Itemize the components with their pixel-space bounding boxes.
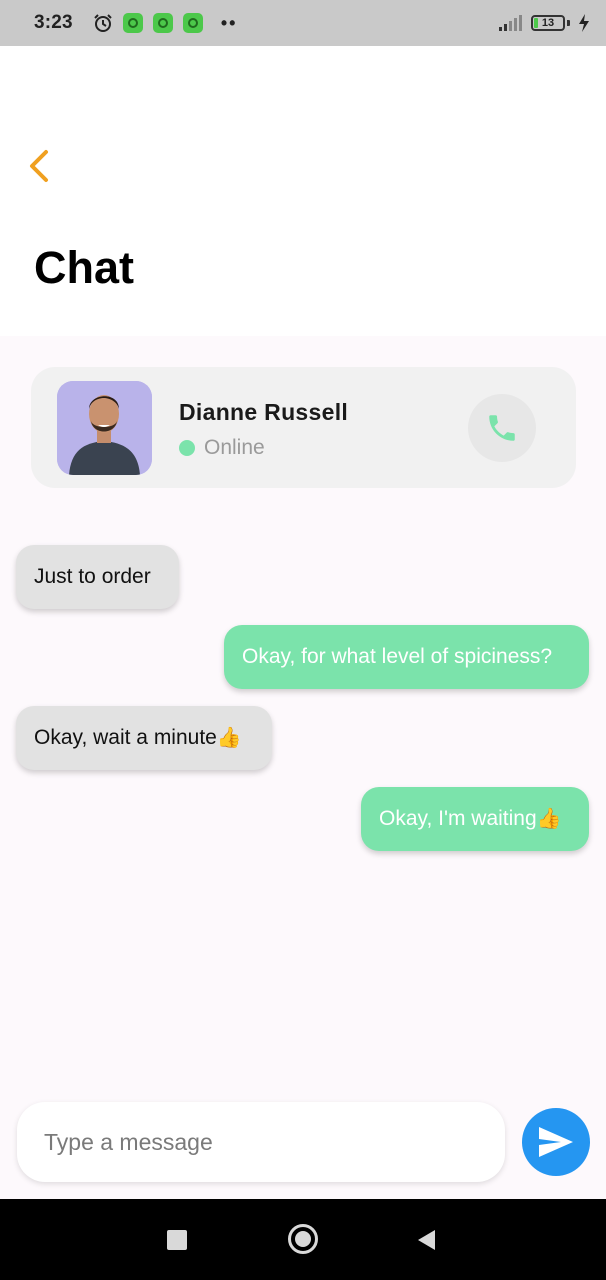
- app-notification-icon: [182, 13, 203, 33]
- presence-status: Online: [179, 436, 265, 460]
- back-button[interactable]: [24, 144, 58, 188]
- message-incoming[interactable]: Just to order: [16, 545, 179, 609]
- status-left: 3:23 ••: [34, 12, 237, 34]
- message-input[interactable]: [44, 1128, 478, 1156]
- back-icon[interactable]: [415, 1228, 437, 1252]
- message-composer: [17, 1102, 505, 1182]
- phone-icon: [489, 415, 515, 441]
- recents-icon[interactable]: [167, 1230, 187, 1250]
- thumbs-up-emoji: 👍: [216, 727, 242, 749]
- chevron-left-icon: [30, 150, 48, 182]
- page-title: Chat: [34, 242, 134, 293]
- status-time: 3:23: [34, 12, 73, 33]
- message-outgoing[interactable]: Okay, I'm waiting 👍: [361, 787, 589, 851]
- avatar: [57, 381, 152, 475]
- status-right: 13: [499, 14, 590, 32]
- system-nav-bar: [0, 1199, 606, 1280]
- message-incoming[interactable]: Okay, wait a minute 👍: [16, 706, 272, 770]
- message-text: Okay, I'm waiting: [379, 807, 537, 830]
- battery-tip: [567, 20, 570, 26]
- message-outgoing[interactable]: Okay, for what level of spiciness?: [224, 625, 589, 689]
- message-text: Just to order: [34, 565, 151, 588]
- send-icon: [539, 1127, 573, 1157]
- more-dots-icon: ••: [220, 12, 238, 33]
- contact-name: Dianne Russell: [179, 399, 349, 425]
- message-text: Okay, for what level of spiciness?: [242, 645, 553, 668]
- charging-icon: [579, 14, 589, 32]
- alarm-icon: [94, 14, 112, 32]
- battery-icon: 13: [531, 15, 565, 31]
- signal-icon: [499, 15, 522, 31]
- header: Chat: [0, 46, 606, 336]
- send-button[interactable]: [522, 1108, 590, 1176]
- status-bar: 3:23 •• 13: [0, 0, 606, 46]
- battery-level: 13: [541, 17, 555, 29]
- thumbs-up-emoji: 👍: [536, 808, 562, 830]
- app-notification-icon: [152, 13, 173, 33]
- message-text: Okay, wait a minute: [34, 726, 217, 749]
- presence-label: Online: [204, 436, 265, 459]
- home-icon[interactable]: [288, 1224, 318, 1254]
- contact-card: Dianne Russell Online: [31, 367, 576, 488]
- online-dot: [179, 440, 195, 456]
- app-notification-icon: [122, 13, 143, 33]
- call-button[interactable]: [468, 394, 536, 462]
